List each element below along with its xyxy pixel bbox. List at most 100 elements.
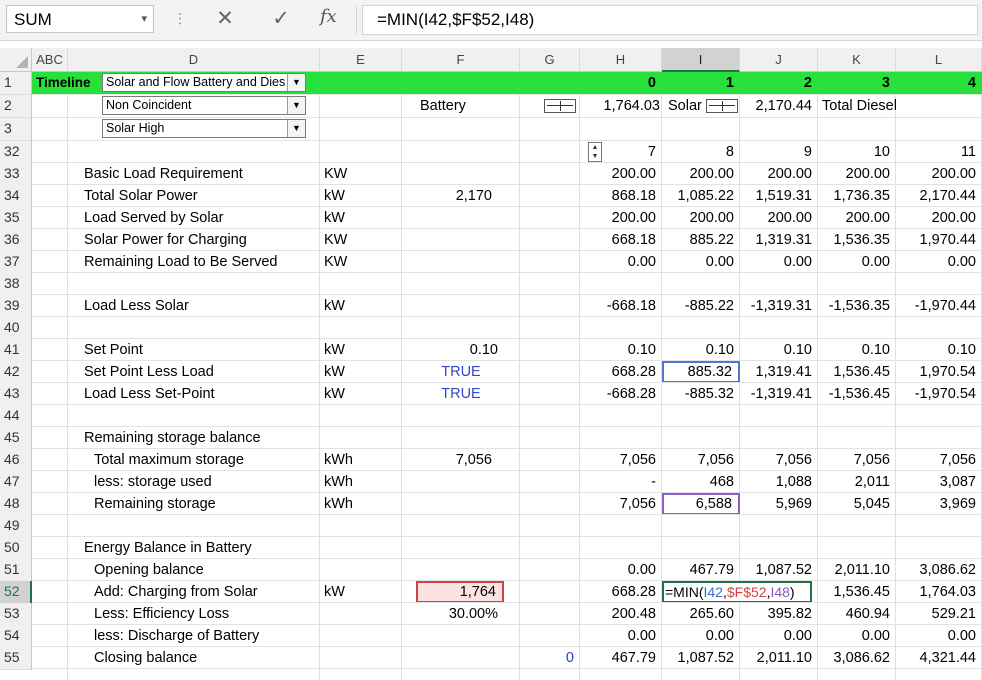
cell-f[interactable] (402, 647, 520, 669)
cell-h[interactable]: 7,056 (580, 449, 662, 471)
row-header[interactable]: 50 (0, 537, 32, 560)
cell-k[interactable] (818, 515, 896, 537)
row-label[interactable]: less: Discharge of Battery (68, 625, 320, 647)
row-unit[interactable]: kWh (320, 449, 402, 471)
cell-l[interactable]: 1,970.54 (896, 361, 982, 383)
cell-g[interactable] (520, 317, 580, 339)
cell-h[interactable]: 868.18 (580, 185, 662, 207)
row-header[interactable]: 2 (0, 95, 32, 118)
cell-i[interactable]: 885.22 (662, 229, 740, 251)
timeline-period-h[interactable]: 0 (580, 72, 662, 94)
row-header[interactable]: 43 (0, 383, 32, 406)
cell-j[interactable]: 1,319.31 (740, 229, 818, 251)
row-header[interactable]: 51 (0, 559, 32, 582)
formula-input[interactable]: =MIN(I42,$F$52,I48) (362, 5, 978, 35)
row-unit[interactable] (320, 427, 402, 449)
row-label[interactable]: Load Served by Solar (68, 207, 320, 229)
row-unit[interactable] (320, 141, 402, 163)
cell-l[interactable]: 2,170.44 (896, 185, 982, 207)
chevron-down-icon[interactable]: ▾ (141, 12, 147, 25)
column-header-j[interactable]: J (740, 48, 818, 72)
insert-function-icon[interactable]: fx (320, 6, 337, 27)
column-header-l[interactable]: L (896, 48, 982, 72)
cell-i[interactable]: 0.10 (662, 339, 740, 361)
cell-h[interactable] (580, 273, 662, 295)
cell-l[interactable] (896, 515, 982, 537)
row-header[interactable]: 38 (0, 273, 32, 296)
cell-h[interactable]: 200.00 (580, 163, 662, 185)
cell-k[interactable]: -1,536.35 (818, 295, 896, 317)
cell-g[interactable] (520, 581, 580, 603)
column-header-f[interactable]: F (402, 48, 520, 72)
cell-f[interactable] (402, 515, 520, 537)
cell-f[interactable] (402, 427, 520, 449)
row-unit[interactable]: kW (320, 383, 402, 405)
cell-j[interactable] (740, 537, 818, 559)
row-unit[interactable]: kW (320, 361, 402, 383)
row-label[interactable]: less: storage used (68, 471, 320, 493)
cell-f[interactable] (402, 295, 520, 317)
cell-f[interactable] (402, 317, 520, 339)
cell-j[interactable]: 395.82 (740, 603, 818, 625)
cell-h[interactable] (580, 515, 662, 537)
row-unit[interactable]: kW (320, 207, 402, 229)
solar-value[interactable]: 2,170.44 (738, 95, 818, 117)
cell-f[interactable]: 7,056 (402, 449, 498, 471)
cell-g[interactable] (520, 383, 580, 405)
row-unit[interactable] (320, 273, 402, 295)
row-header[interactable]: 32 (0, 141, 32, 164)
row-label[interactable]: Less: Efficiency Loss (68, 603, 320, 625)
chevron-down-icon[interactable]: ▼ (287, 120, 305, 137)
solar-spinner[interactable] (706, 99, 738, 113)
cell-i[interactable] (662, 515, 740, 537)
row-label[interactable]: Remaining Load to Be Served (68, 251, 320, 273)
cell-g[interactable] (520, 559, 580, 581)
cell-i[interactable]: 0.00 (662, 625, 740, 647)
row-header[interactable]: 55 (0, 647, 32, 670)
cell-i[interactable] (662, 273, 740, 295)
row-unit[interactable] (320, 603, 402, 625)
cell-f[interactable]: TRUE (402, 383, 520, 405)
row-header[interactable]: 44 (0, 405, 32, 428)
cell-k[interactable]: 10 (818, 141, 896, 163)
cell-j[interactable]: 1,087.52 (740, 559, 818, 581)
cell-k[interactable] (818, 427, 896, 449)
cell-k[interactable]: 0.00 (818, 625, 896, 647)
cell-j[interactable]: 7,056 (740, 449, 818, 471)
cell-f[interactable] (402, 251, 520, 273)
cell-i[interactable]: 6,588 (662, 493, 740, 515)
cell-f[interactable] (402, 405, 520, 427)
cell-k[interactable]: 460.94 (818, 603, 896, 625)
row-header[interactable]: 45 (0, 427, 32, 450)
cell-j[interactable]: 200.00 (740, 163, 818, 185)
cell-g[interactable] (520, 449, 580, 471)
cell-g[interactable] (520, 427, 580, 449)
cell-i[interactable]: 265.60 (662, 603, 740, 625)
cell-j[interactable] (740, 405, 818, 427)
name-box[interactable]: SUM ▾ (6, 5, 154, 33)
cell-j[interactable]: 5,969 (740, 493, 818, 515)
cell-l[interactable]: 3,969 (896, 493, 982, 515)
row-label[interactable]: Basic Load Requirement (68, 163, 320, 185)
cell-j[interactable] (740, 273, 818, 295)
cell-k[interactable]: 200.00 (818, 207, 896, 229)
cell-i[interactable] (662, 317, 740, 339)
cell-l[interactable]: 200.00 (896, 207, 982, 229)
row-unit[interactable]: KW (320, 251, 402, 273)
cell-g[interactable] (520, 471, 580, 493)
row-label[interactable]: Load Less Solar (68, 295, 320, 317)
cell-k[interactable]: 0.10 (818, 339, 896, 361)
cell-l[interactable]: 0.00 (896, 251, 982, 273)
row-label[interactable] (68, 405, 320, 427)
row-header[interactable]: 33 (0, 163, 32, 186)
cell-j[interactable] (740, 515, 818, 537)
cell-j[interactable]: 9 (740, 141, 818, 163)
chevron-down-icon[interactable]: ▼ (287, 74, 305, 91)
cell-g[interactable] (520, 339, 580, 361)
timeline-period-l[interactable]: 4 (896, 72, 982, 94)
cell-l[interactable]: 0.10 (896, 339, 982, 361)
battery-spinner[interactable] (544, 99, 576, 113)
cell-f[interactable] (402, 163, 520, 185)
cell-h[interactable]: -668.28 (580, 383, 662, 405)
row-unit[interactable] (320, 625, 402, 647)
